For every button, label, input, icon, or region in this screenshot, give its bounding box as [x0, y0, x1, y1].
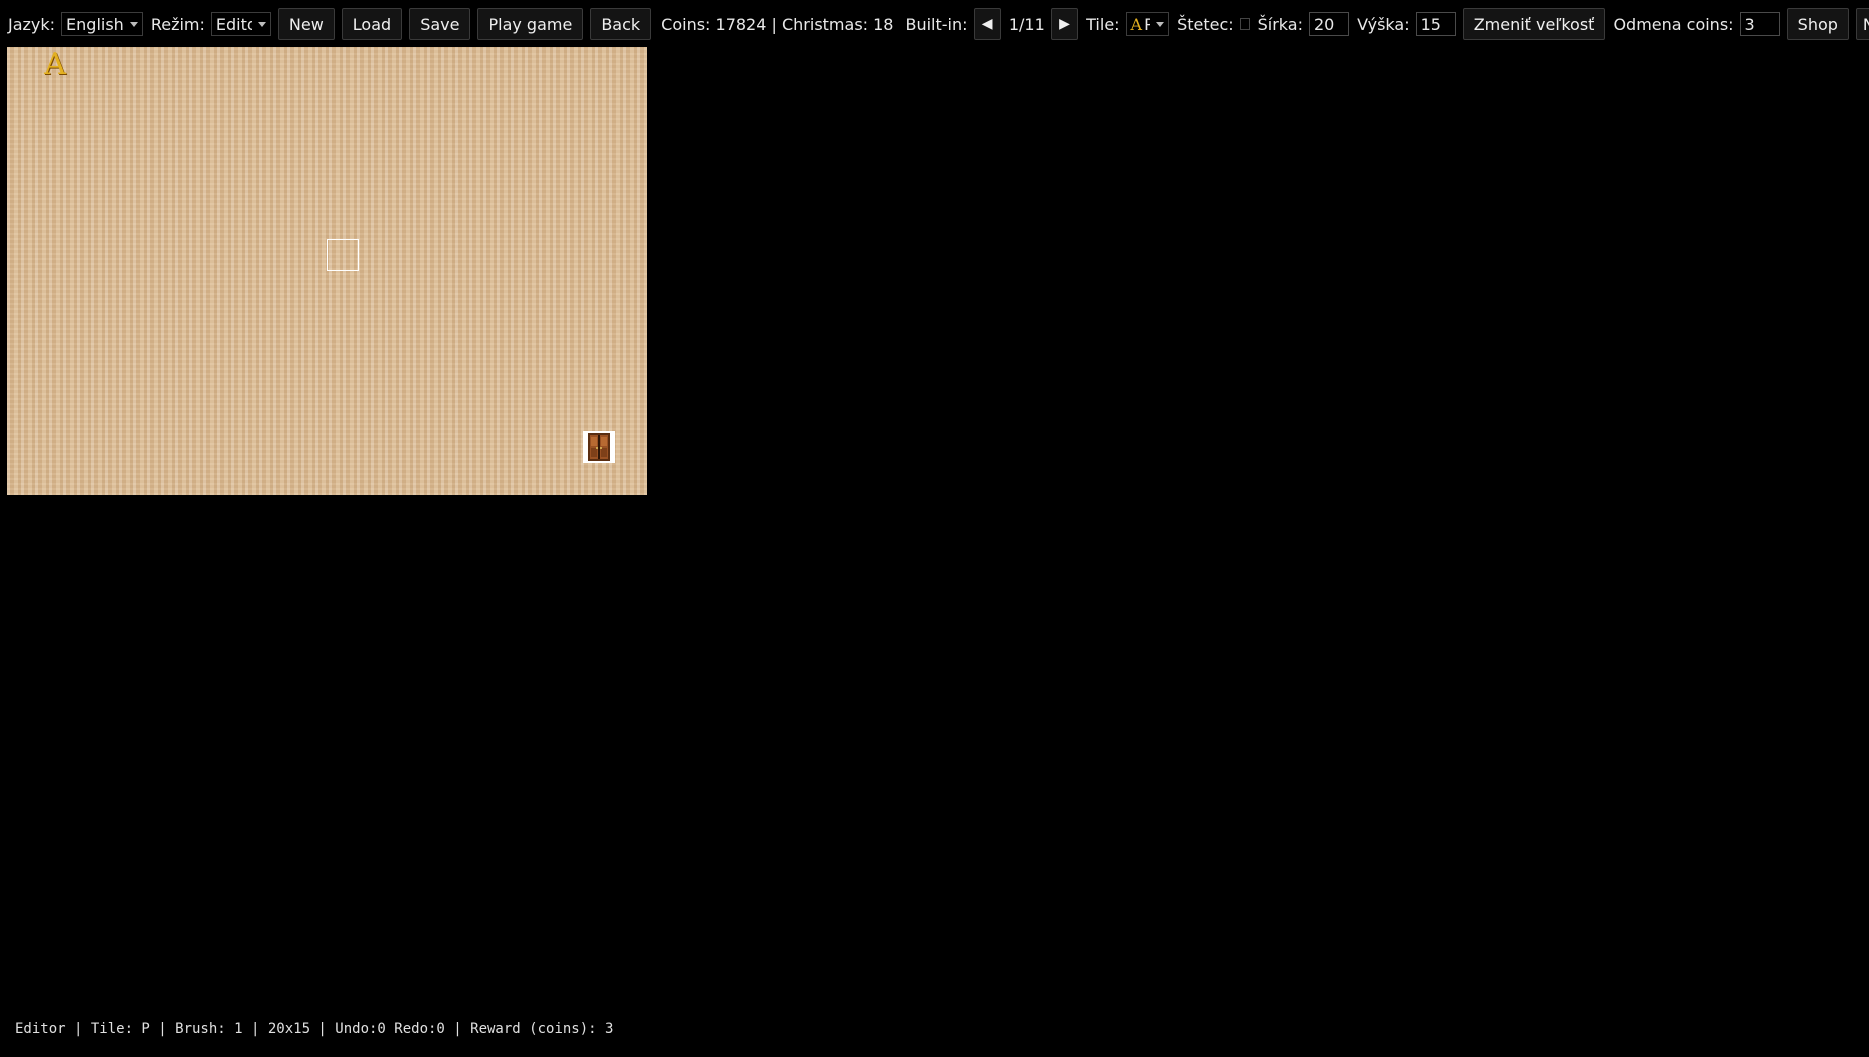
tile-select-value: P: [1144, 14, 1151, 34]
height-input[interactable]: 15: [1415, 12, 1456, 36]
status-bar: Editor | Tile: P | Brush: 1 | 20x15 | Un…: [15, 1021, 614, 1037]
back-button[interactable]: Back: [590, 8, 652, 40]
tile-label: Tile:: [1086, 14, 1120, 34]
mode-select-value: Edito: [215, 14, 252, 34]
reward-label: Odmena coins:: [1613, 14, 1734, 34]
height-label: Výška:: [1357, 14, 1410, 34]
play-game-button[interactable]: Play game: [477, 8, 584, 40]
width-label: Šírka:: [1257, 14, 1303, 34]
mode-select[interactable]: Edito: [210, 12, 271, 36]
triangle-left-icon: ◀: [981, 16, 993, 32]
level-counter: 1/11: [1008, 14, 1045, 34]
tile-select[interactable]: A P: [1125, 12, 1170, 36]
exit-door-tile[interactable]: [583, 431, 615, 463]
chevron-down-icon: [1156, 21, 1165, 27]
prev-level-button[interactable]: ◀: [973, 8, 1001, 40]
next-level-button[interactable]: ▶: [1050, 8, 1079, 40]
load-button[interactable]: Load: [341, 8, 403, 40]
language-label: Jazyk:: [8, 14, 56, 34]
resize-button[interactable]: Zmeniť veľkosť: [1462, 8, 1606, 40]
tile-letter-icon: A: [1130, 14, 1143, 34]
mode-label: Režim:: [150, 14, 205, 34]
door-icon: [588, 433, 610, 461]
triangle-right-icon: ▶: [1059, 16, 1070, 32]
language-select[interactable]: English: [61, 12, 143, 36]
builtin-label: Built-in:: [905, 14, 968, 34]
width-input[interactable]: 20: [1308, 12, 1350, 36]
start-letter-tile[interactable]: A: [39, 49, 71, 81]
cursor-selection-box: [327, 239, 359, 271]
level-editor-board[interactable]: A: [7, 47, 647, 495]
stats-text: Coins: 17824 | Christmas: 18: [661, 14, 894, 34]
save-button[interactable]: Save: [409, 8, 471, 40]
brush-label: Štetec:: [1177, 14, 1234, 34]
brush-checkbox[interactable]: [1239, 18, 1250, 30]
shop-button[interactable]: Shop: [1786, 8, 1849, 40]
reward-input[interactable]: 3: [1739, 12, 1780, 36]
language-select-value: English: [66, 14, 124, 34]
chevron-down-icon: [129, 21, 138, 27]
chevron-down-icon: [257, 21, 266, 27]
toolbar: Jazyk: English Režim: Edito New Load Sav…: [0, 0, 1869, 48]
new-button[interactable]: New: [277, 8, 335, 40]
truncated-button[interactable]: N: [1855, 8, 1869, 40]
